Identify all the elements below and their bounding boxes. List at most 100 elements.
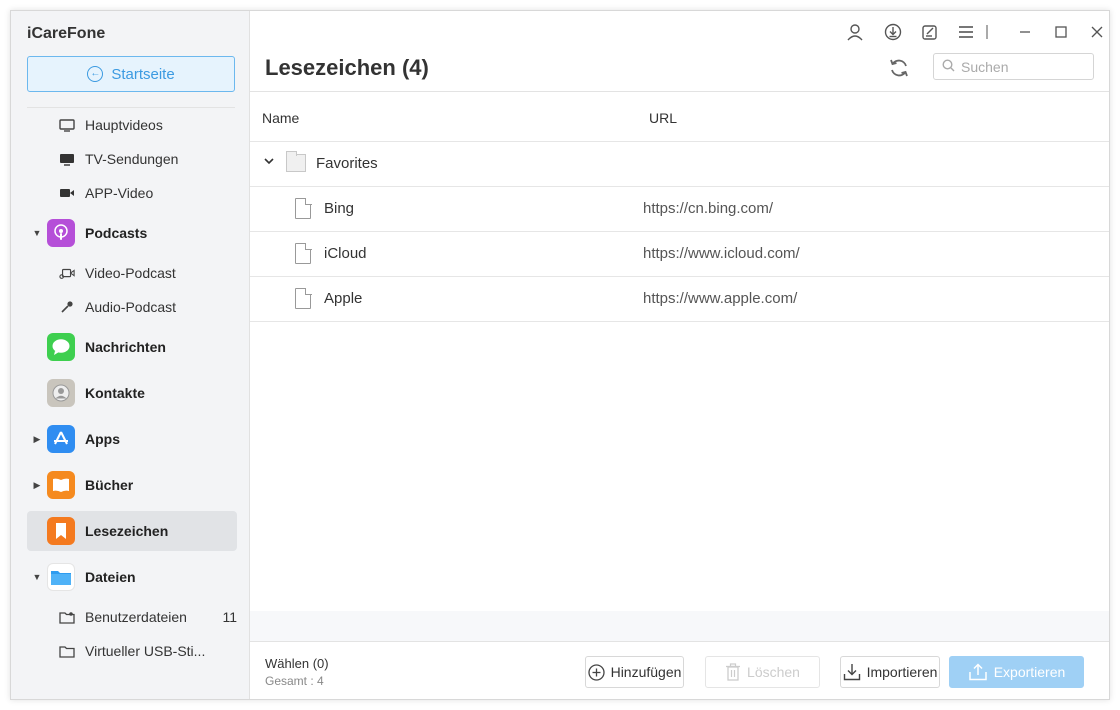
selection-count: Wählen (0) xyxy=(265,656,329,671)
table-row[interactable]: Bing https://cn.bing.com/ xyxy=(250,187,1109,232)
files-icon xyxy=(47,563,75,591)
books-icon xyxy=(47,471,75,499)
sidebar-item-label: Apps xyxy=(85,431,120,447)
file-icon xyxy=(295,242,312,264)
sidebar-item-label: Benutzerdateien xyxy=(85,609,187,625)
sidebar-item-benutzerdateien[interactable]: Benutzerdateien 11 xyxy=(59,606,237,628)
user-folder-icon xyxy=(59,610,75,624)
caret-right-icon[interactable]: ▶ xyxy=(27,434,47,445)
sidebar-item-virtueller-usb[interactable]: Virtueller USB-Sti... xyxy=(59,640,205,662)
toolbar-divider xyxy=(982,21,992,43)
video-camera-icon xyxy=(59,186,75,200)
file-count-badge: 11 xyxy=(222,609,237,625)
refresh-icon[interactable] xyxy=(886,55,912,81)
table-row[interactable]: Apple https://www.apple.com/ xyxy=(250,277,1109,322)
sidebar-item-audio-podcast[interactable]: Audio-Podcast xyxy=(59,296,176,318)
search-icon xyxy=(942,58,955,75)
sidebar-item-label: Podcasts xyxy=(85,225,148,241)
bookmark-url: https://www.apple.com/ xyxy=(643,290,798,307)
add-button[interactable]: Hinzufügen xyxy=(585,656,684,688)
caret-right-icon[interactable]: ▶ xyxy=(27,480,47,491)
account-icon[interactable] xyxy=(844,21,866,43)
maximize-icon[interactable] xyxy=(1050,21,1072,43)
import-button-label: Importieren xyxy=(866,664,938,680)
podcasts-icon xyxy=(47,219,75,247)
search-input[interactable] xyxy=(961,58,1081,75)
add-button-label: Hinzufügen xyxy=(610,664,682,680)
footer-toolbar: Wählen (0) Gesamt : 4 Hinzufügen Löschen… xyxy=(250,641,1109,699)
delete-button[interactable]: Löschen xyxy=(705,656,820,688)
table-bottom-band xyxy=(250,611,1109,641)
trash-icon xyxy=(725,663,741,681)
caret-down-icon[interactable]: ▼ xyxy=(27,228,47,238)
table-header: Name URL xyxy=(250,92,1109,142)
sidebar-item-kontakte[interactable]: Kontakte xyxy=(27,373,237,413)
import-icon xyxy=(843,663,861,681)
sidebar-item-apps[interactable]: ▶ Apps xyxy=(27,419,237,459)
table-row[interactable]: iCloud https://www.icloud.com/ xyxy=(250,232,1109,277)
sidebar-item-label: Lesezeichen xyxy=(85,523,169,539)
sidebar-item-dateien[interactable]: ▼ Dateien xyxy=(27,557,237,597)
sidebar-item-label: Hauptvideos xyxy=(85,117,163,133)
sidebar-item-buecher[interactable]: ▶ Bücher xyxy=(27,465,237,505)
back-arrow-icon: ← xyxy=(87,66,104,82)
sidebar-item-label: Virtueller USB-Sti... xyxy=(85,643,206,659)
sidebar-item-label: Audio-Podcast xyxy=(85,299,177,315)
export-button[interactable]: Exportieren xyxy=(949,656,1084,688)
microphone-icon xyxy=(59,300,75,314)
home-button[interactable]: ← Startseite xyxy=(27,56,235,92)
file-icon xyxy=(295,197,312,219)
app-title: iCareFone xyxy=(27,25,106,42)
app-store-icon xyxy=(47,425,75,453)
app-window: iCareFone ← Startseite Hauptvideos TV-Se… xyxy=(10,10,1110,700)
download-icon[interactable] xyxy=(882,21,904,43)
tv-icon xyxy=(59,152,75,166)
monitor-icon xyxy=(59,118,75,132)
plus-circle-icon xyxy=(587,663,605,681)
video-podcast-icon xyxy=(59,266,75,280)
sidebar-item-tv-sendungen[interactable]: TV-Sendungen xyxy=(59,148,178,170)
sidebar-item-lesezeichen[interactable]: Lesezeichen xyxy=(27,511,237,551)
total-count: Gesamt : 4 xyxy=(265,674,324,688)
search-box[interactable] xyxy=(933,53,1094,80)
bookmark-icon xyxy=(47,517,75,545)
feedback-icon[interactable] xyxy=(919,21,941,43)
folder-icon xyxy=(59,644,75,658)
menu-icon[interactable] xyxy=(955,21,977,43)
delete-button-label: Löschen xyxy=(747,664,800,680)
sidebar-item-video-podcast[interactable]: Video-Podcast xyxy=(59,262,176,284)
chevron-down-icon[interactable] xyxy=(264,156,274,168)
sidebar-item-label: Bücher xyxy=(85,477,134,493)
column-header-url[interactable]: URL xyxy=(649,110,677,126)
home-button-label: Startseite xyxy=(111,65,175,83)
minimize-icon[interactable] xyxy=(1014,21,1036,43)
bookmark-url: https://cn.bing.com/ xyxy=(643,200,774,217)
bookmark-name: Apple xyxy=(324,290,363,307)
bookmark-url: https://www.icloud.com/ xyxy=(643,245,800,262)
sidebar-item-hauptvideos[interactable]: Hauptvideos xyxy=(59,114,163,136)
sidebar-item-label: Video-Podcast xyxy=(85,265,176,281)
column-header-name[interactable]: Name xyxy=(262,110,299,126)
sidebar-item-app-video[interactable]: APP-Video xyxy=(59,182,153,204)
folder-icon xyxy=(286,151,306,172)
close-icon[interactable] xyxy=(1086,21,1108,43)
sidebar-item-label: APP-Video xyxy=(85,185,154,201)
sidebar-divider xyxy=(27,107,235,108)
export-icon xyxy=(968,663,988,681)
messages-icon xyxy=(47,333,75,361)
folder-row[interactable]: Favorites xyxy=(250,142,1109,187)
sidebar-item-podcasts[interactable]: ▼ Podcasts xyxy=(27,213,237,253)
sidebar-item-label: Kontakte xyxy=(85,385,145,401)
bookmarks-table: Name URL Favorites Bing https://cn.bing.… xyxy=(250,91,1109,611)
import-button[interactable]: Importieren xyxy=(840,656,940,688)
folder-name: Favorites xyxy=(316,155,378,172)
header: Lesezeichen (4) xyxy=(250,11,1109,91)
caret-down-icon[interactable]: ▼ xyxy=(27,572,47,582)
file-icon xyxy=(295,287,312,309)
bookmark-name: iCloud xyxy=(324,245,367,262)
sidebar-item-label: Nachrichten xyxy=(85,339,166,355)
bookmark-name: Bing xyxy=(324,200,355,217)
sidebar-item-label: TV-Sendungen xyxy=(85,151,179,167)
sidebar-item-label: Dateien xyxy=(85,569,136,585)
sidebar-item-nachrichten[interactable]: Nachrichten xyxy=(27,327,237,367)
